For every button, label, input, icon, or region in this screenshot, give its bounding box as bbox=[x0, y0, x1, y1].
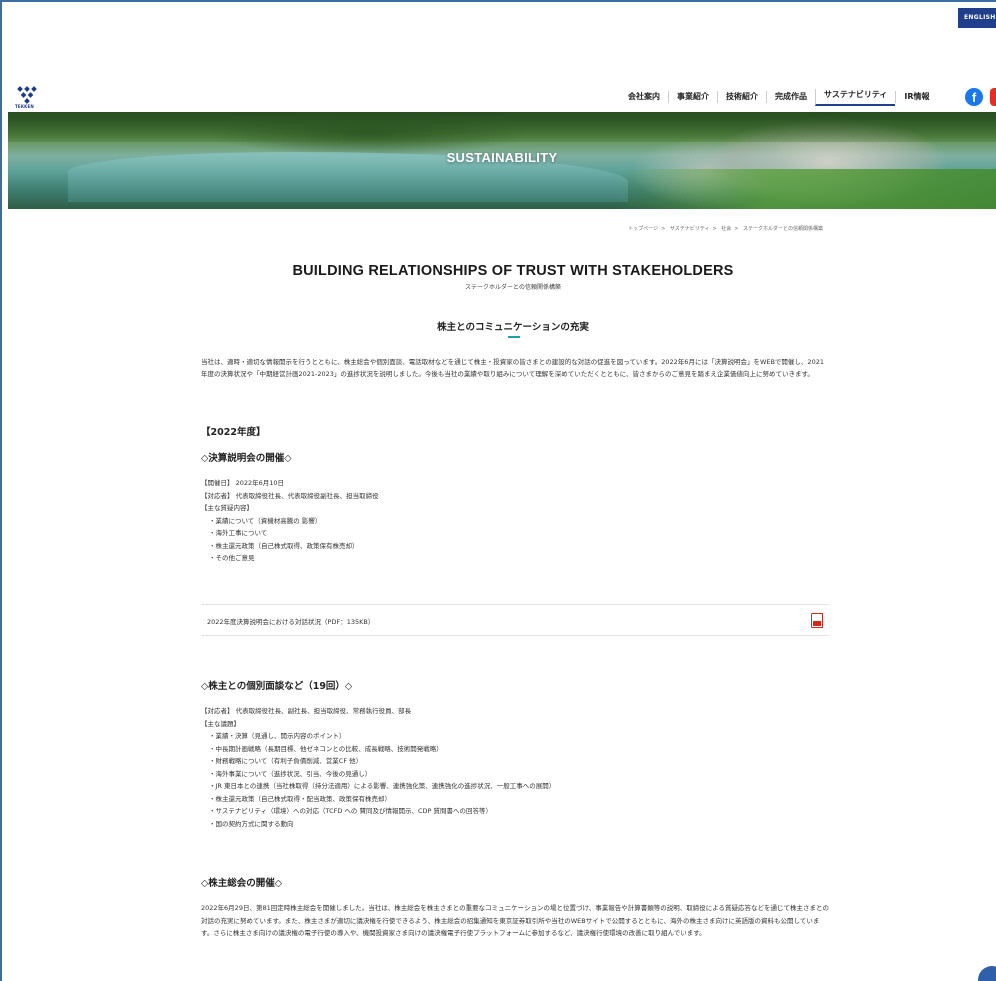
youtube-icon[interactable] bbox=[990, 88, 996, 106]
agm-paragraph: 2022年6月29日、第81回定時株主総会を開催しました。当社は、株主総会を株主… bbox=[201, 904, 829, 937]
list-item: ・財務戦略について（有利子負債削減、営業CF 他） bbox=[209, 757, 363, 765]
pdf-download-link[interactable]: 2022年度決算説明会における対話状況（PDF：135KB） bbox=[201, 604, 829, 636]
breadcrumb-sustainability[interactable]: サステナビリティ bbox=[670, 226, 710, 232]
briefing-attendees: 【対応者】 代表取締役社長、代表取締役副社長、担当取締役 bbox=[201, 491, 379, 500]
hero-moss bbox=[616, 169, 996, 209]
year-heading: 【2022年度】 bbox=[201, 427, 266, 438]
intro-paragraph: 当社は、適時・適切な情報開示を行うとともに、株主総会や個別面談、電話取材などを通… bbox=[201, 358, 824, 378]
pdf-link-label[interactable]: 2022年度決算説明会における対話状況（PDF：135KB） bbox=[207, 616, 374, 626]
meetings-topics-label: 【主な議題】 bbox=[201, 719, 240, 728]
nav-item-business[interactable]: 事業紹介 bbox=[668, 91, 717, 103]
list-item: ・JR 東日本との連携（当社株取得（持分法適用）による影響、連携強化策、連携強化… bbox=[209, 782, 556, 790]
meetings-attendees: 【対応者】 代表取締役社長、副社長、担当取締役、常務執行役員、部長 bbox=[201, 707, 412, 715]
hero-title: SUSTAINABILITY bbox=[446, 150, 558, 165]
list-item: ・その他ご意見 bbox=[209, 554, 255, 562]
meetings-details: 【対応者】 代表取締役社長、副社長、担当取締役、常務執行役員、部長 【主な議題】… bbox=[201, 705, 555, 830]
briefing-topics-label: 【主な質疑内容】 bbox=[201, 504, 253, 512]
page-title: BUILDING RELATIONSHIPS OF TRUST WITH STA… bbox=[292, 263, 734, 279]
nav-item-company[interactable]: 会社案内 bbox=[620, 91, 668, 103]
global-nav: 会社案内 事業紹介 技術紹介 完成作品 サステナビリティ IR情報 bbox=[620, 86, 938, 108]
nav-item-technology[interactable]: 技術紹介 bbox=[717, 91, 766, 103]
list-item: ・海外事業について（進捗状況、引当、今後の見通し） bbox=[209, 769, 372, 778]
list-item: ・国の契約方式に関する動向 bbox=[209, 819, 294, 828]
list-item: ・業績・決算（見通し、開示内容のポイント） bbox=[209, 732, 346, 740]
briefing-date: 【開催日】 2022年6月10日 bbox=[201, 479, 285, 487]
briefing-details: 【開催日】 2022年6月10日 【対応者】 代表取締役社長、代表取締役副社長、… bbox=[201, 477, 379, 565]
logo-text: TEKKEN bbox=[15, 104, 34, 109]
list-item: ・株主還元政策（自己株式取得、政策保有株売却） bbox=[209, 541, 359, 550]
pdf-icon[interactable] bbox=[811, 613, 823, 628]
section-title: 株主とのコミュニケーションの充実 bbox=[437, 322, 589, 333]
breadcrumb-home[interactable]: トップページ bbox=[628, 226, 658, 232]
nav-item-works[interactable]: 完成作品 bbox=[766, 91, 815, 103]
facebook-icon[interactable]: f bbox=[965, 88, 983, 106]
hero-trees bbox=[8, 112, 996, 142]
hero-banner: SUSTAINABILITY bbox=[8, 112, 996, 209]
english-button[interactable]: ENGLISH bbox=[958, 8, 996, 28]
list-item: ・株主還元政策（自己株式取得・配当政策、政策保有株売却） bbox=[209, 794, 391, 803]
list-item: ・サステナビリティ（環境）への対応（TCFD への 賛同及び情報開示、CDP 質… bbox=[209, 807, 493, 815]
breadcrumb-current: ステークホルダーとの信頼関係構築 bbox=[743, 226, 823, 232]
agm-heading: ◇株主総会の開催◇ bbox=[201, 878, 283, 889]
meetings-heading: ◇株主との個別面談など（19回）◇ bbox=[201, 681, 353, 692]
nav-item-ir[interactable]: IR情報 bbox=[895, 91, 937, 103]
nav-item-sustainability[interactable]: サステナビリティ bbox=[815, 88, 896, 106]
logo-mark-icon bbox=[17, 86, 37, 104]
list-item: ・業績について（資機材高騰の 影響） bbox=[209, 516, 322, 525]
section-title-underline bbox=[508, 336, 520, 338]
briefing-heading: ◇決算説明会の開催◇ bbox=[201, 453, 292, 464]
list-item: ・海外工事について bbox=[209, 529, 268, 537]
breadcrumb: トップページ > サステナビリティ > 社会 > ステークホルダーとの信頼関係構築 bbox=[628, 226, 823, 232]
breadcrumb-society[interactable]: 社会 bbox=[721, 226, 731, 232]
list-item: ・中長期計画戦略（長期目標、他ゼネコンとの比較、成長戦略、技術開発戦略） bbox=[209, 744, 443, 753]
company-logo[interactable] bbox=[16, 86, 38, 106]
page-subtitle: ステークホルダーとの信頼関係構築 bbox=[465, 284, 561, 291]
